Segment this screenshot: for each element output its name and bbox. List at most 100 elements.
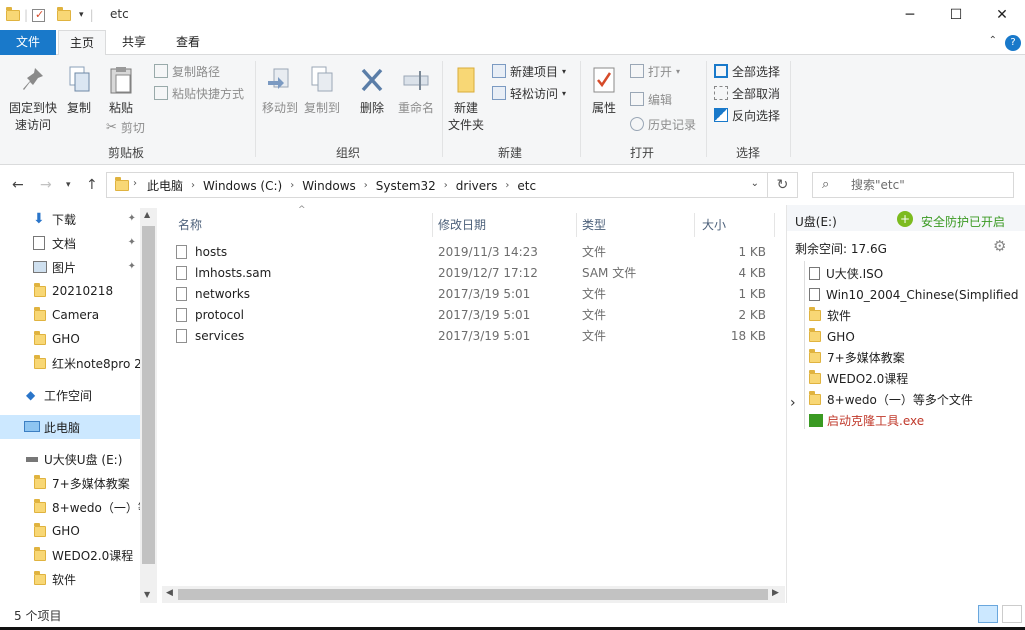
scroll-right-icon[interactable]: ▶ xyxy=(772,588,779,598)
nav-item-camera[interactable]: Camera xyxy=(0,303,140,327)
file-row[interactable]: networks 2017/3/19 5:01 文件 1 KB xyxy=(176,283,776,304)
tab-share[interactable]: 共享 xyxy=(110,30,158,55)
nav-item-this-pc[interactable]: 此电脑 xyxy=(0,415,140,439)
invert-selection-button[interactable]: 反向选择 xyxy=(714,105,780,125)
nav-item-usb-drive[interactable]: U大侠U盘 (E:) xyxy=(0,447,140,471)
folder-icon xyxy=(34,307,46,321)
scroll-down-icon[interactable]: ▼ xyxy=(144,590,150,599)
usb-list-item[interactable]: Win10_2004_Chinese(Simplified xyxy=(809,284,1019,305)
refresh-button[interactable]: ↻ xyxy=(768,172,798,198)
nav-item-downloads[interactable]: ⬇ 下载 ✦ xyxy=(0,207,140,231)
column-header-name[interactable]: 名称 xyxy=(178,213,202,237)
tab-view[interactable]: 查看 xyxy=(162,30,214,55)
tab-file[interactable]: 文件 xyxy=(0,30,56,55)
nav-item-wedo[interactable]: 8+wedo（一）等 xyxy=(0,495,140,519)
select-none-button[interactable]: 全部取消 xyxy=(714,83,780,103)
rename-button[interactable]: 重命名 xyxy=(394,65,438,117)
search-input[interactable]: 搜索"etc" xyxy=(812,172,1014,198)
nav-item-documents[interactable]: 文档 ✦ xyxy=(0,231,140,255)
file-icon xyxy=(176,286,187,301)
protection-status[interactable]: 安全防护已开启 xyxy=(921,213,1005,230)
paste-button[interactable]: 粘贴 xyxy=(104,65,138,117)
expand-panel-icon[interactable]: › xyxy=(790,395,796,411)
settings-gear-icon[interactable]: ⚙ xyxy=(993,237,1006,255)
folder-icon xyxy=(34,475,46,489)
close-button[interactable]: ✕ xyxy=(979,0,1025,30)
cut-button[interactable]: ✂ 剪切 xyxy=(106,117,145,137)
crumb-windows[interactable]: Windows xyxy=(302,179,356,193)
tab-home[interactable]: 主页 xyxy=(58,30,106,56)
maximize-button[interactable]: ☐ xyxy=(933,0,979,30)
help-icon[interactable]: ? xyxy=(1005,35,1021,51)
forward-arrow-icon[interactable]: → xyxy=(40,177,52,193)
open-button[interactable]: 打开 ▾ xyxy=(630,61,680,81)
group-clipboard-label: 剪贴板 xyxy=(107,146,144,160)
paste-icon xyxy=(110,67,132,94)
large-icons-view-icon[interactable] xyxy=(1002,605,1022,623)
address-dropdown-icon[interactable]: ⌄ xyxy=(751,178,759,189)
file-row[interactable]: hosts 2019/11/3 14:23 文件 1 KB xyxy=(176,241,776,262)
ribbon-collapse-icon[interactable]: ⌃ xyxy=(989,35,997,46)
copy-button[interactable]: 复制 xyxy=(62,65,96,117)
details-view-icon[interactable] xyxy=(978,605,998,623)
paste-shortcut-button[interactable]: 粘贴快捷方式 xyxy=(154,83,244,103)
pin-quick-access-button[interactable]: 固定到快 速访问 xyxy=(6,65,60,134)
crumb-system32[interactable]: System32 xyxy=(376,179,436,193)
file-row[interactable]: protocol 2017/3/19 5:01 文件 2 KB xyxy=(176,304,776,325)
usb-list-item[interactable]: WEDO2.0课程 xyxy=(809,368,1019,389)
select-all-button[interactable]: 全部选择 xyxy=(714,61,780,81)
address-bar[interactable]: › 此电脑 › Windows (C:) › Windows › System32 › … xyxy=(106,172,768,198)
search-icon: ⌕ xyxy=(822,177,830,192)
file-row[interactable]: services 2017/3/19 5:01 文件 18 KB xyxy=(176,325,776,346)
column-header-size[interactable]: 大小 xyxy=(702,213,726,237)
new-folder-icon[interactable] xyxy=(57,6,72,21)
crumb-this-pc[interactable]: 此电脑 xyxy=(147,177,183,194)
qat-dropdown-icon[interactable]: ▾ xyxy=(79,10,84,20)
recent-locations-icon[interactable]: ▾ xyxy=(66,180,71,190)
nav-item-20210218[interactable]: 20210218 xyxy=(0,279,140,303)
shield-plus-icon: + xyxy=(897,211,913,227)
usb-list-item[interactable]: 7+多媒体教案 xyxy=(809,347,1019,368)
crumb-etc[interactable]: etc xyxy=(517,179,536,193)
properties-button[interactable]: 属性 xyxy=(586,65,622,117)
up-arrow-icon[interactable]: ↑ xyxy=(86,177,98,193)
nav-item-redmi[interactable]: 红米note8pro 2 xyxy=(0,351,140,375)
copy-path-button[interactable]: 复制路径 xyxy=(154,61,220,81)
new-item-button[interactable]: 新建项目 ▾ xyxy=(492,61,566,81)
nav-item-pictures[interactable]: 图片 ✦ xyxy=(0,255,140,279)
usb-list-item[interactable]: 软件 xyxy=(809,305,1019,326)
edit-button[interactable]: 编辑 xyxy=(630,89,672,109)
scroll-up-icon[interactable]: ▲ xyxy=(144,210,150,219)
nav-item-gho[interactable]: GHO xyxy=(0,327,140,351)
nav-item-wedo2[interactable]: WEDO2.0课程 xyxy=(0,543,140,567)
copy-to-button[interactable]: 复制到 xyxy=(302,65,342,117)
file-icon xyxy=(176,265,187,280)
properties-icon[interactable]: ✓ xyxy=(32,8,46,22)
usb-list-item[interactable]: 8+wedo（一）等多个文件 xyxy=(809,389,1019,410)
crumb-c-drive[interactable]: Windows (C:) xyxy=(203,179,282,193)
nav-scrollbar-thumb[interactable] xyxy=(142,226,155,564)
nav-item-software[interactable]: 软件 xyxy=(0,567,140,591)
history-button[interactable]: 历史记录 xyxy=(630,114,696,134)
scroll-left-icon[interactable]: ◀ xyxy=(166,588,173,598)
easy-access-button[interactable]: 轻松访问 ▾ xyxy=(492,83,566,103)
new-folder-button[interactable]: 新建 文件夹 xyxy=(446,65,486,134)
usb-list-item[interactable]: 启动克隆工具.exe xyxy=(809,410,1019,431)
move-to-button[interactable]: 移动到 xyxy=(260,65,300,117)
back-arrow-icon[interactable]: ← xyxy=(12,177,24,193)
file-row[interactable]: lmhosts.sam 2019/12/7 17:12 SAM 文件 4 KB xyxy=(176,262,776,283)
crumb-drivers[interactable]: drivers xyxy=(456,179,498,193)
folder-icon xyxy=(809,391,821,405)
usb-list-item[interactable]: GHO xyxy=(809,326,1019,347)
minimize-button[interactable]: ─ xyxy=(887,0,933,30)
column-header-date[interactable]: 修改日期 xyxy=(438,213,486,237)
delete-button[interactable]: 删除 xyxy=(354,65,390,117)
nav-item-multimedia[interactable]: 7+多媒体教案 xyxy=(0,471,140,495)
nav-item-workspace[interactable]: ◆ 工作空间 xyxy=(0,383,140,407)
group-select-label: 选择 xyxy=(735,146,760,160)
column-header-type[interactable]: 类型 xyxy=(582,213,606,237)
horizontal-scrollbar-thumb[interactable] xyxy=(178,589,768,600)
disc-icon xyxy=(809,267,820,280)
nav-item-gho-2[interactable]: GHO xyxy=(0,519,140,543)
usb-list-item[interactable]: U大侠.ISO xyxy=(809,263,1019,284)
